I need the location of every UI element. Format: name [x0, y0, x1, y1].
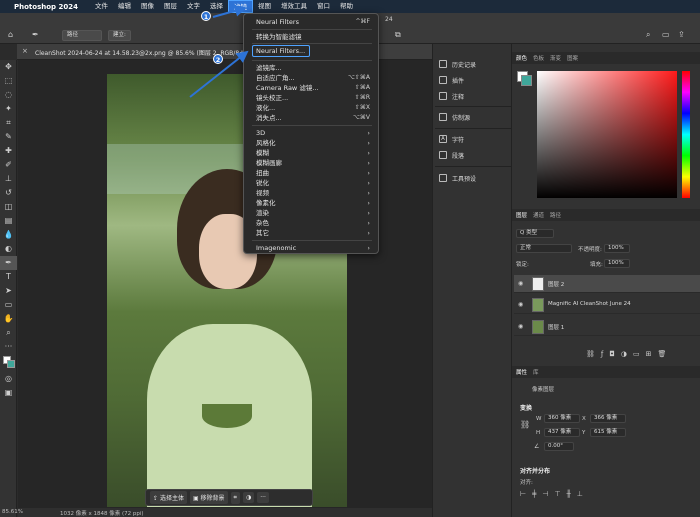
tab-channels[interactable]: 通道	[533, 211, 544, 219]
align-distribute-header[interactable]: 对齐并分布	[520, 466, 550, 475]
layer-actions: ⛓ƒ◘◑▭⊞🗑	[586, 350, 672, 358]
y-label: Y	[582, 430, 586, 436]
blend-mode-select[interactable]: 正常	[516, 244, 572, 253]
color-panel-tabs: 颜色 色板 渐变 图案	[512, 52, 700, 64]
tab-paths[interactable]: 路径	[550, 211, 561, 219]
transform-header[interactable]: 变换	[520, 403, 532, 412]
new-layer-icon[interactable]: ⊞	[646, 350, 658, 358]
align-bottom-icon[interactable]: ⊥	[577, 490, 589, 498]
panel-label: 注释	[452, 93, 465, 101]
tab-gradients[interactable]: 渐变	[550, 54, 561, 62]
angle-input[interactable]: 0.00°	[544, 442, 574, 451]
plugins-panel-button[interactable]: 插件	[439, 74, 464, 86]
layer-kind-filter[interactable]: Q 类型	[516, 229, 554, 238]
lock-label: 锁定:	[516, 262, 529, 268]
tab-color[interactable]: 颜色	[516, 54, 527, 62]
folder-icon[interactable]: ▭	[633, 350, 646, 358]
hue-slider[interactable]	[682, 71, 690, 198]
notes-icon	[439, 92, 447, 100]
callout-arrow-1	[212, 4, 247, 18]
tab-properties[interactable]: 属性	[516, 368, 527, 376]
angle-icon: ∠	[534, 443, 540, 450]
layers-panel-tabs: 图层 通道 路径	[512, 209, 700, 221]
adjustment-icon[interactable]: ◑	[621, 350, 633, 358]
trash-icon[interactable]: 🗑	[658, 350, 673, 358]
history-icon	[439, 60, 447, 68]
width-label: W	[536, 416, 542, 422]
history-panel-button[interactable]: 历史记录	[439, 58, 476, 70]
layer-name: Magnific AI CleanShot June 24	[548, 301, 631, 307]
y-input[interactable]: 615 像素	[590, 428, 626, 437]
panel-label: 插件	[452, 77, 465, 85]
layer-row[interactable]: ◉ 图层 1	[514, 318, 700, 336]
visibility-eye-icon[interactable]: ◉	[518, 323, 523, 330]
paragraph-icon	[439, 151, 447, 159]
callout-badge-1: 1	[201, 11, 211, 21]
mask-icon[interactable]: ◘	[609, 350, 621, 358]
notes-panel-button[interactable]: 注释	[439, 90, 464, 102]
layer-name: 图层 1	[548, 325, 565, 331]
paragraph-panel-button[interactable]: 段落	[439, 149, 464, 161]
color-panel-background[interactable]	[521, 75, 532, 86]
clone-source-panel-button[interactable]: 仿制源	[439, 111, 470, 123]
height-input[interactable]: 437 像素	[544, 428, 580, 437]
opacity-label: 不透明度:	[578, 247, 602, 253]
align-left-icon[interactable]: ⊢	[520, 490, 532, 498]
align-center-h-icon[interactable]: ╪	[532, 490, 542, 498]
panel-separator	[435, 128, 511, 129]
align-buttons: ⊢╪⊣⊤╫⊥	[520, 490, 589, 498]
layer-thumbnail	[532, 277, 544, 291]
character-panel-button[interactable]: A 字符	[439, 133, 464, 145]
align-middle-v-icon[interactable]: ╫	[567, 490, 577, 498]
panel-separator	[435, 106, 511, 107]
callout-badge-2: 2	[213, 54, 223, 64]
panel-label: 历史记录	[452, 61, 477, 69]
tool-presets-icon	[439, 174, 447, 182]
layer-row[interactable]: ◉ Magnific AI CleanShot June 24	[514, 296, 700, 314]
height-label: H	[536, 430, 541, 436]
width-input[interactable]: 360 像素	[544, 414, 580, 423]
layer-thumbnail	[532, 320, 544, 334]
properties-panel-tabs: 属性 库	[512, 366, 700, 378]
panel-label: 字符	[452, 136, 465, 144]
panel-label: 仿制源	[452, 114, 471, 122]
link-dimensions-icon[interactable]: ⛓	[520, 420, 530, 429]
tool-presets-panel-button[interactable]: 工具预设	[439, 172, 476, 184]
layer-name: 图层 2	[548, 282, 565, 288]
opacity-input[interactable]: 100%	[604, 244, 630, 253]
fill-input[interactable]: 100%	[604, 259, 630, 268]
tab-layers[interactable]: 图层	[516, 211, 527, 219]
panel-separator	[435, 166, 511, 167]
tab-patterns[interactable]: 图案	[567, 54, 578, 62]
x-label: X	[582, 416, 586, 422]
panel-label: 段落	[452, 152, 465, 160]
x-input[interactable]: 366 像素	[590, 414, 626, 423]
collapsed-panels: 历史记录 插件 注释 仿制源 A 字符 段落 工具预设	[432, 44, 512, 517]
plugins-icon	[439, 76, 447, 84]
align-right-icon[interactable]: ⊣	[542, 490, 554, 498]
align-top-icon[interactable]: ⊤	[554, 490, 566, 498]
visibility-eye-icon[interactable]: ◉	[518, 280, 523, 287]
pixel-layer-type: 像素图层	[532, 387, 555, 393]
align-label: 对齐:	[520, 480, 533, 486]
color-picker-field[interactable]	[537, 71, 677, 198]
panel-label: 工具预设	[452, 175, 477, 183]
character-icon: A	[439, 135, 447, 143]
tab-libraries[interactable]: 库	[533, 368, 539, 376]
fill-label: 填充:	[590, 262, 603, 268]
layer-thumbnail	[532, 298, 544, 312]
clone-source-icon	[439, 113, 447, 121]
layer-row[interactable]: ◉ 图层 2	[514, 275, 700, 293]
visibility-eye-icon[interactable]: ◉	[518, 301, 523, 308]
tab-swatches[interactable]: 色板	[533, 54, 544, 62]
link-icon[interactable]: ⛓	[586, 350, 601, 358]
